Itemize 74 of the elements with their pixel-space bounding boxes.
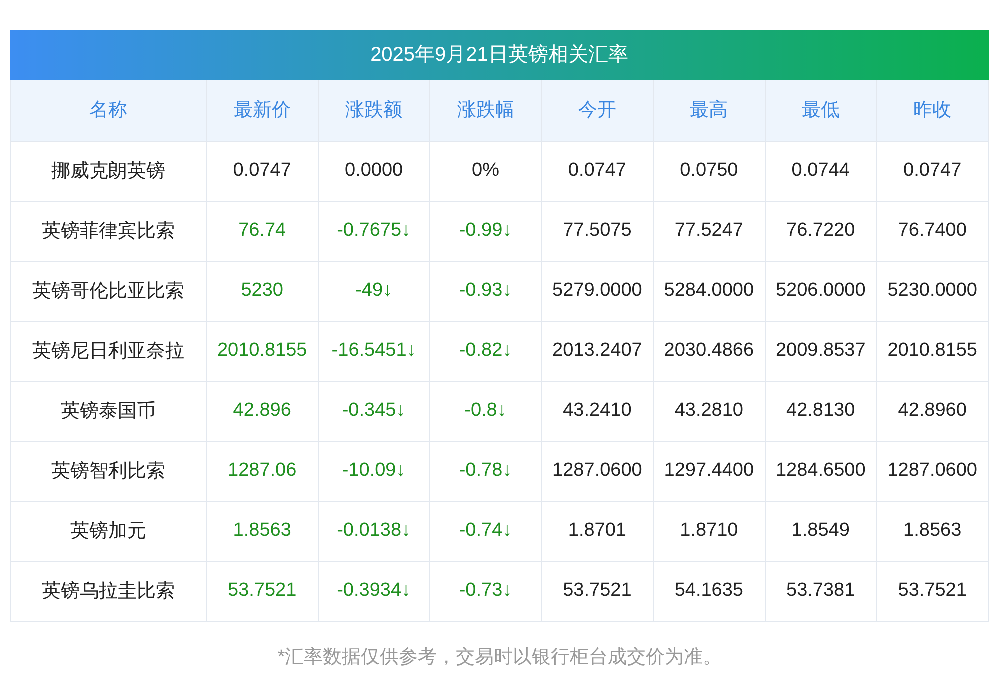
currency-name-cell: 挪威克朗英镑 [10, 141, 206, 201]
table-cell: 2013.2407 [542, 321, 654, 381]
table-cell: 1.8563 [206, 501, 318, 561]
table-cell: 2010.8155 [876, 321, 988, 381]
table-cell: 77.5247 [653, 201, 766, 261]
table-title: 2025年9月21日英镑相关汇率 [10, 30, 989, 80]
table-cell: 1.8701 [542, 501, 654, 561]
table-cell: -10.09↓ [318, 441, 430, 501]
column-header: 今开 [542, 80, 654, 141]
table-cell: 1297.4400 [653, 441, 766, 501]
column-header: 涨跌额 [318, 80, 430, 141]
table-cell: -0.82↓ [430, 321, 542, 381]
currency-name-cell: 英镑泰国币 [10, 381, 206, 441]
table-cell: 1287.0600 [542, 441, 654, 501]
currency-name-cell: 英镑菲律宾比索 [10, 201, 206, 261]
table-cell: -0.73↓ [430, 561, 542, 621]
table-cell: 53.7521 [206, 561, 318, 621]
table-cell: 53.7381 [765, 561, 877, 621]
column-header: 涨跌幅 [430, 80, 542, 141]
column-header: 昨收 [876, 80, 988, 141]
table-cell: 54.1635 [653, 561, 766, 621]
currency-name-cell: 英镑加元 [10, 501, 206, 561]
table-cell: 53.7521 [876, 561, 988, 621]
table-cell: 5230.0000 [876, 261, 988, 321]
table-cell: 2009.8537 [765, 321, 877, 381]
table-cell: 76.74 [206, 201, 318, 261]
table-cell: 53.7521 [542, 561, 654, 621]
table-cell: 0.0744 [765, 141, 877, 201]
table-cell: -16.5451↓ [318, 321, 430, 381]
table-cell: -0.7675↓ [318, 201, 430, 261]
table-cell: 42.896 [206, 381, 318, 441]
table-cell: 77.5075 [542, 201, 654, 261]
table-cell: -0.99↓ [430, 201, 542, 261]
table-cell: 76.7220 [765, 201, 877, 261]
table-cell: -0.93↓ [430, 261, 542, 321]
table-cell: 0.0750 [653, 141, 766, 201]
table-cell: 76.7400 [876, 201, 988, 261]
currency-name-cell: 英镑乌拉圭比索 [10, 561, 206, 621]
table-cell: 5206.0000 [765, 261, 877, 321]
table-cell: -0.3934↓ [318, 561, 430, 621]
table-cell: 5284.0000 [653, 261, 766, 321]
table-cell: 0.0747 [876, 141, 988, 201]
currency-name-cell: 英镑尼日利亚奈拉 [10, 321, 206, 381]
table-cell: 5230 [206, 261, 318, 321]
table-cell: 0% [430, 141, 542, 201]
table-cell: 1.8549 [765, 501, 877, 561]
table-cell: 2010.8155 [206, 321, 318, 381]
footnote: *汇率数据仅供参考，交易时以银行柜台成交价为准。 [276, 646, 724, 670]
table-cell: 0.0747 [206, 141, 318, 201]
table-cell: 42.8960 [876, 381, 988, 441]
table-cell: 0.0747 [542, 141, 654, 201]
currency-name-cell: 英镑智利比索 [10, 441, 206, 501]
column-header: 最低 [765, 80, 877, 141]
table-cell: -0.74↓ [430, 501, 542, 561]
column-header: 最新价 [206, 80, 318, 141]
table-cell: 2030.4866 [653, 321, 766, 381]
table-cell: -0.8↓ [430, 381, 542, 441]
table-cell: 1287.06 [206, 441, 318, 501]
table-cell: 1284.6500 [765, 441, 877, 501]
table-cell: -0.0138↓ [318, 501, 430, 561]
table-cell: 1287.0600 [876, 441, 988, 501]
table-cell: 43.2410 [542, 381, 654, 441]
table-cell: 42.8130 [765, 381, 877, 441]
table-cell: -0.78↓ [430, 441, 542, 501]
table-cell: 43.2810 [653, 381, 766, 441]
table-cell: 1.8563 [876, 501, 988, 561]
table-cell: -49↓ [318, 261, 430, 321]
table-cell: 0.0000 [318, 141, 430, 201]
table-cell: 1.8710 [653, 501, 766, 561]
column-header: 最高 [653, 80, 766, 141]
table-cell: 5279.0000 [542, 261, 654, 321]
column-header: 名称 [10, 80, 206, 141]
currency-name-cell: 英镑哥伦比亚比索 [10, 261, 206, 321]
table-cell: -0.345↓ [318, 381, 430, 441]
